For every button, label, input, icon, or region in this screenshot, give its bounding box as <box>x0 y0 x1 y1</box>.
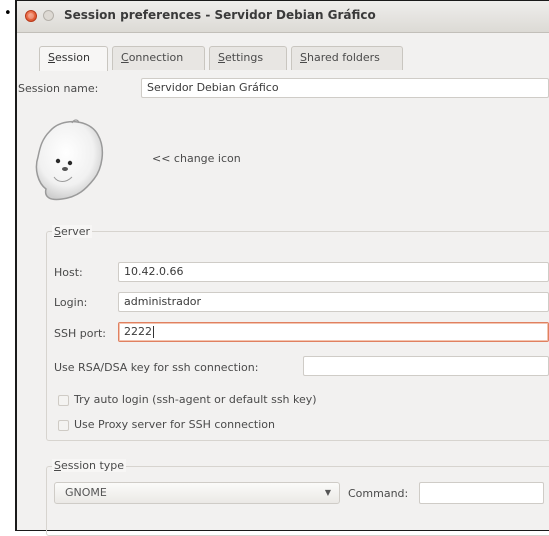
tab-settings[interactable]: Settings <box>209 46 287 70</box>
command-field[interactable] <box>419 482 544 504</box>
close-icon[interactable] <box>25 10 37 22</box>
tab-connection-mnemonic: C <box>121 51 129 64</box>
list-bullet: • <box>4 6 12 21</box>
window-title: Session preferences - Servidor Debian Gr… <box>64 8 376 22</box>
minimize-icon[interactable] <box>43 10 54 21</box>
login-field[interactable]: administrador <box>118 292 549 312</box>
ssh-port-value: 2222 <box>124 325 152 338</box>
session-type-frame-label-text: ession type <box>60 459 125 472</box>
tab-session-mnemonic: S <box>48 51 55 64</box>
change-icon-label[interactable]: << change icon <box>152 152 241 165</box>
session-type-frame-mnemonic: S <box>54 459 61 472</box>
tab-settings-mnemonic: S <box>218 51 225 64</box>
auto-login-label[interactable]: Try auto login (ssh-agent or default ssh… <box>74 393 317 406</box>
tab-shared-folders-label: hared folders <box>306 51 380 64</box>
title-bar: Session preferences - Servidor Debian Gr… <box>17 1 549 33</box>
rsa-key-field[interactable] <box>303 356 549 376</box>
session-name-label: Session name: <box>18 82 99 95</box>
seal-mascot-icon[interactable] <box>32 117 112 203</box>
proxy-label[interactable]: Use Proxy server for SSH connection <box>74 418 275 431</box>
tab-settings-label: ettings <box>224 51 264 64</box>
auto-login-checkbox[interactable] <box>58 395 69 406</box>
text-caret <box>153 326 154 338</box>
tab-shared-folders-mnemonic: S <box>300 51 307 64</box>
server-frame-mnemonic: S <box>54 225 61 238</box>
session-name-field[interactable]: Servidor Debian Gráfico <box>141 78 549 98</box>
chevron-down-icon: ▼ <box>324 488 331 497</box>
ssh-port-label: SSH port: <box>54 327 106 340</box>
tab-connection-label: onnection <box>128 51 184 64</box>
tab-connection[interactable]: Connection <box>112 46 205 70</box>
ssh-port-field[interactable]: 2222 <box>118 322 549 342</box>
session-type-frame-label: Session type <box>52 459 127 472</box>
session-type-dropdown[interactable]: GNOME ▼ <box>54 482 340 504</box>
server-frame-label: Server <box>52 225 93 238</box>
tab-shared-folders[interactable]: Shared folders <box>291 46 403 70</box>
command-label: Command: <box>348 487 409 500</box>
tab-session[interactable]: Session <box>39 46 108 71</box>
login-label: Login: <box>54 296 88 309</box>
host-field[interactable]: 10.42.0.66 <box>118 262 549 282</box>
proxy-checkbox[interactable] <box>58 420 69 431</box>
tab-session-label: ession <box>54 51 90 64</box>
rsa-key-label: Use RSA/DSA key for ssh connection: <box>54 361 259 374</box>
host-label: Host: <box>54 266 83 279</box>
session-type-selected: GNOME <box>65 486 107 499</box>
server-frame-label-text: erver <box>60 225 91 238</box>
